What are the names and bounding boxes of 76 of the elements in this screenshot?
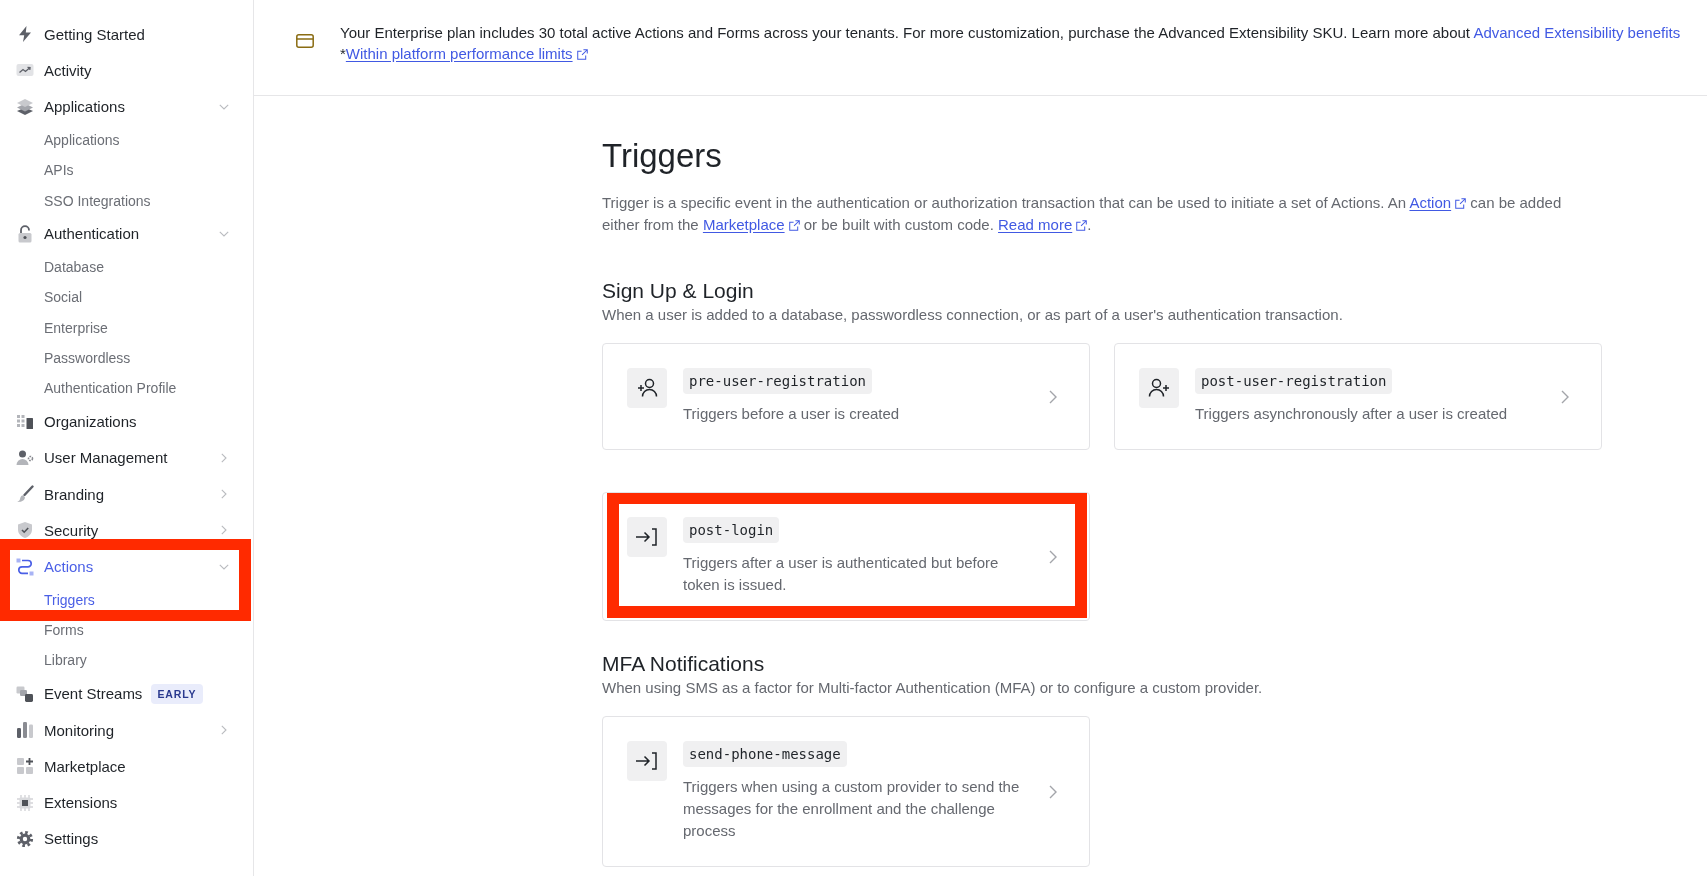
nav-item[interactable]: Monitoring	[16, 721, 229, 740]
grid-plus-icon	[16, 757, 34, 776]
building-icon	[16, 412, 34, 431]
nav-subitem[interactable]: Library	[44, 652, 87, 669]
footnote-text: *Within platform performance limits	[340, 43, 1681, 64]
section-description: When using SMS as a factor for Multi-factor Authentication (MFA) or to configure a custom provider.	[602, 678, 1264, 698]
chip-icon	[16, 793, 34, 812]
shield-check-icon	[16, 521, 34, 540]
page-title: Triggers	[602, 136, 723, 176]
nav-subitem[interactable]: Applications	[44, 132, 120, 148]
nav-item[interactable]: Branding	[16, 485, 229, 504]
nav-item[interactable]: Organizations	[16, 412, 229, 431]
credit-card-icon	[296, 34, 314, 48]
early-badge: EARLY	[151, 683, 203, 704]
trigger-card[interactable]: post-user-registration Triggers asynchronously after a user is created	[1114, 343, 1602, 450]
nav-item[interactable]: Actions	[16, 557, 229, 576]
chevron-right-icon	[1049, 549, 1057, 564]
trigger-name: post-login	[683, 517, 780, 543]
page-description: Trigger is a specific event in the authentication or authorization transaction that can be used to initiate a set of Actions. An Action can be added either from the Marketplace or be built with custom code. Read more .	[602, 193, 1563, 235]
external-link[interactable]: Read more	[998, 216, 1088, 233]
add-user-icon	[627, 368, 667, 408]
trigger-name: send-phone-message	[683, 741, 847, 767]
nav-item[interactable]: Activity	[16, 61, 229, 80]
trigger-name: post-user-registration	[1195, 368, 1393, 394]
section-title: MFA Notifications	[602, 651, 766, 677]
external-link-icon	[788, 220, 800, 231]
trigger-description: Triggers after a user is authenticated but before token is issued.	[683, 553, 1000, 595]
chevron-right-icon	[1049, 784, 1057, 799]
chevron-right-icon	[1561, 389, 1569, 404]
section-title: Sign Up & Login	[602, 278, 755, 304]
trigger-description: Triggers when using a custom provider to send the messages for the enrollment and the challenge process	[683, 777, 1021, 841]
nav-subitem[interactable]: Triggers	[44, 591, 95, 608]
nav-item[interactable]: Extensions	[16, 793, 229, 812]
trigger-card[interactable]: post-login Triggers after a user is authenticated but before token is issued.	[602, 492, 1090, 621]
chevron-right-icon	[1049, 389, 1057, 404]
trigger-name: pre-user-registration	[683, 368, 872, 394]
stacked-squares-icon	[16, 684, 34, 703]
nav-subitem[interactable]: Database	[44, 259, 104, 276]
nav-item[interactable]: Authentication	[16, 224, 229, 243]
padlock-icon	[16, 224, 34, 243]
nav-subitem[interactable]: Forms	[44, 622, 84, 639]
bar-chart-icon	[16, 721, 34, 740]
paintbrush-icon	[16, 485, 34, 504]
settings-icon	[16, 829, 34, 848]
external-link-icon	[1076, 220, 1088, 231]
nav-subitem[interactable]: SSO Integrations	[44, 192, 151, 209]
external-link[interactable]: Within platform performance limits	[345, 45, 588, 62]
external-link[interactable]: Marketplace	[702, 216, 800, 233]
nav-item[interactable]: Getting Started	[16, 25, 229, 44]
external-link[interactable]: Action	[1409, 194, 1467, 211]
nav-subitem[interactable]: Enterprise	[44, 319, 108, 336]
text-link[interactable]: Advanced Extensibility benefits	[1473, 24, 1681, 41]
trigger-description: Triggers before a user is created	[683, 404, 900, 424]
layers-icon	[16, 97, 34, 116]
external-link-icon	[1455, 198, 1467, 209]
nav-subitem[interactable]: Social	[44, 289, 83, 306]
user-gear-icon	[16, 448, 34, 467]
nav-subitem[interactable]: Passwordless	[44, 349, 131, 366]
notice-text: Your Enterprise plan includes 30 total active Actions and Forms across your tenants. For more customization, purchase the Advanced Extensibility SKU. Learn more about Advanced Extensibility benefits	[340, 23, 1681, 43]
nav-item[interactable]: Marketplace	[16, 757, 229, 776]
nav-item[interactable]: Event Streams EARLY	[16, 684, 229, 703]
nav-item[interactable]: Security	[16, 521, 229, 540]
sign-in-icon	[627, 741, 667, 781]
trigger-card[interactable]: send-phone-message Triggers when using a custom provider to send the messages for the enrollment and the challenge process	[602, 716, 1090, 867]
nav-item[interactable]: User Management	[16, 448, 229, 467]
trigger-card[interactable]: pre-user-registration Triggers before a user is created	[602, 343, 1090, 450]
nav-item[interactable]: Settings	[16, 829, 229, 848]
sign-in-icon	[627, 517, 667, 557]
flow-icon	[16, 557, 34, 576]
nav-subitem[interactable]: Authentication Profile	[44, 380, 177, 397]
nav-item[interactable]: Applications	[16, 97, 229, 116]
external-link-icon	[576, 49, 588, 60]
nav-subitem[interactable]: APIs	[44, 162, 74, 179]
trigger-description: Triggers asynchronously after a user is created	[1195, 404, 1508, 424]
user-plus-icon	[1139, 368, 1179, 408]
section-description: When a user is added to a database, passwordless connection, or as part of a user's authentication transaction.	[602, 305, 1344, 325]
